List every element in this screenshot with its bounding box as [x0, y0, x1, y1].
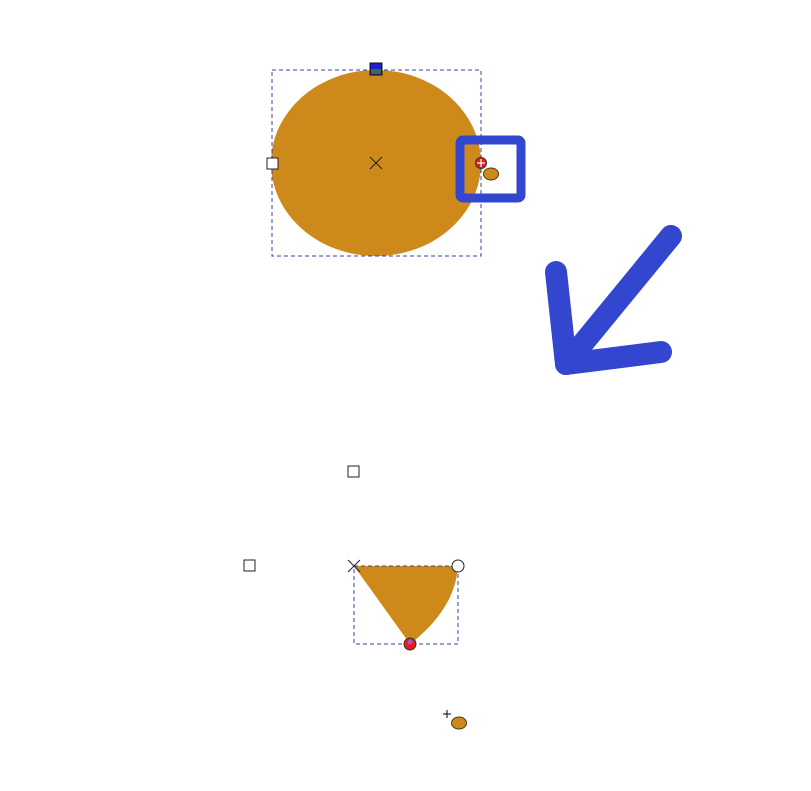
drawing-canvas[interactable]	[0, 0, 811, 791]
resize-handle-left-icon[interactable]	[243, 559, 256, 572]
arc-start-handle-icon[interactable]	[403, 637, 417, 651]
ellipse-before-group	[266, 62, 526, 257]
ellipse-tool-icon	[451, 716, 467, 730]
ellipse-after-group	[243, 465, 467, 730]
node-handle-right-icon[interactable]	[475, 157, 487, 169]
rotation-handle-icon[interactable]	[369, 62, 383, 76]
arrow-down-left-icon	[545, 225, 682, 375]
resize-handle-left-icon[interactable]	[266, 157, 279, 170]
crosshair-cursor-icon	[443, 710, 451, 718]
pie-slice-shape[interactable]	[354, 566, 458, 644]
resize-handle-top-icon[interactable]	[347, 465, 360, 478]
arc-end-handle-icon[interactable]	[451, 559, 465, 573]
ellipse-tool-icon	[483, 167, 499, 181]
